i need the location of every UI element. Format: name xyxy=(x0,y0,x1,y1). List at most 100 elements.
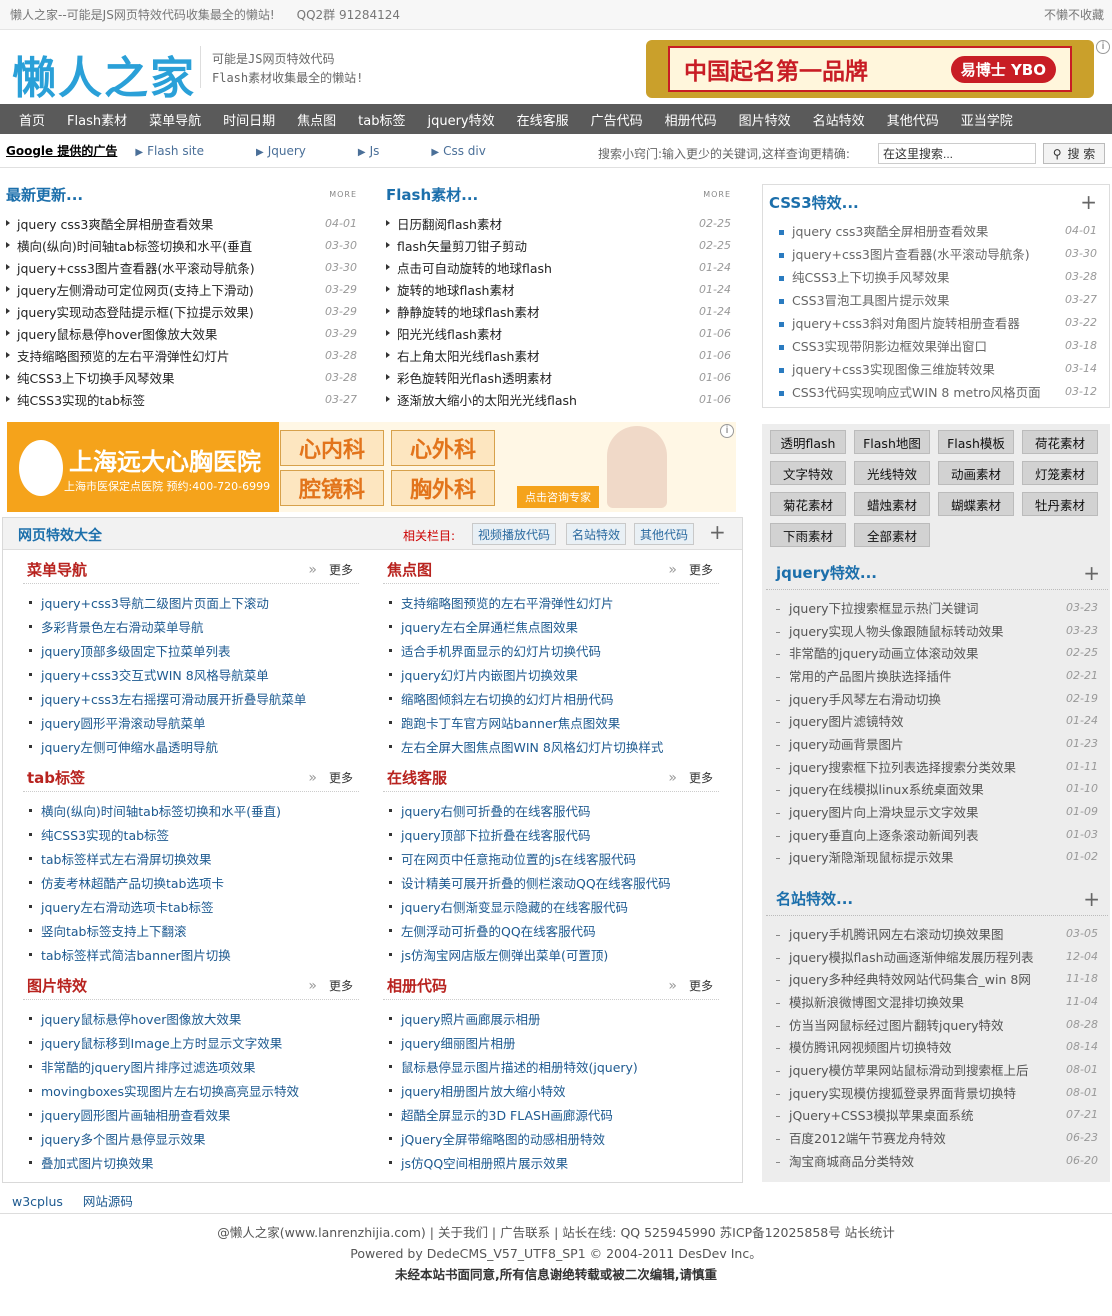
nav-item[interactable]: 在线客服 xyxy=(506,110,580,129)
section-more-link[interactable]: » 更多 xyxy=(668,977,713,994)
list-item[interactable]: 横向(纵向)时间轴tab标签切换和水平(垂直 03-30 xyxy=(6,234,357,256)
list-item[interactable]: jquery右侧渐变显示隐藏的在线客服代码 xyxy=(383,894,719,918)
section-more-link[interactable]: » 更多 xyxy=(668,769,713,786)
list-item[interactable]: CSS3冒泡工具图片提示效果 03-27 xyxy=(763,288,1109,311)
list-item[interactable]: 彩色旋转阳光flash透明素材 01-06 xyxy=(386,366,731,388)
list-item[interactable]: js仿淘宝网店版左侧弹出菜单(可置顶) xyxy=(383,942,719,966)
list-item[interactable]: jQuery全屏带缩略图的动感相册特效 xyxy=(383,1126,719,1150)
list-item[interactable]: 纯CSS3实现的tab标签 xyxy=(23,822,359,846)
nav-item[interactable]: 焦点图 xyxy=(286,110,347,129)
material-tag[interactable]: 灯笼素材 xyxy=(1022,461,1098,485)
plus-icon[interactable]: + xyxy=(1083,887,1100,911)
nav-item[interactable]: 图片特效 xyxy=(728,110,802,129)
list-item[interactable]: jquery实现动态登陆提示框(下拉提示效果) 03-29 xyxy=(6,300,357,322)
list-item[interactable]: jquery css3爽酷全屏相册查看效果 04-01 xyxy=(763,219,1109,242)
material-tag[interactable]: 全部素材 xyxy=(854,523,930,547)
list-item[interactable]: jquery圆形图片画轴相册查看效果 xyxy=(23,1102,359,1126)
ad-info-icon[interactable]: i xyxy=(1096,40,1110,54)
list-item[interactable]: jquery css3爽酷全屏相册查看效果 04-01 xyxy=(6,212,357,234)
nav-item[interactable]: 名站特效 xyxy=(802,110,876,129)
list-item[interactable]: CSS3代码实现响应式WIN 8 metro风格页面 03-12 xyxy=(763,380,1109,403)
list-item[interactable]: 适合手机界面显示的幻灯片切换代码 xyxy=(383,638,719,662)
list-item[interactable]: 仿麦考林超酷产品切换tab选项卡 xyxy=(23,870,359,894)
list-item[interactable]: 叠加式图片切换效果 xyxy=(23,1150,359,1174)
material-tag[interactable]: 蜡烛素材 xyxy=(854,492,930,516)
list-item[interactable]: 纯CSS3上下切换手风琴效果 03-28 xyxy=(763,265,1109,288)
list-item[interactable]: movingboxes实现图片左右切换高亮显示特效 xyxy=(23,1078,359,1102)
nav-item[interactable]: jquery特效 xyxy=(416,110,505,129)
section-more-link[interactable]: » 更多 xyxy=(668,561,713,578)
list-item[interactable]: 常用的产品图片换肤选择插件 02-21 xyxy=(766,664,1108,687)
friend-link[interactable]: w3cplus xyxy=(12,1194,63,1209)
list-item[interactable]: jquery图片滤镜特效 01-24 xyxy=(766,709,1108,732)
list-item[interactable]: jquery下拉搜索框显示热门关键词 03-23 xyxy=(766,596,1108,619)
nav-item[interactable]: tab标签 xyxy=(347,110,416,129)
material-tag[interactable]: 牡丹素材 xyxy=(1022,492,1098,516)
list-item[interactable]: jquery鼠标悬停hover图像放大效果 03-29 xyxy=(6,322,357,344)
list-item[interactable]: 静静旋转的地球flash素材 01-24 xyxy=(386,300,731,322)
list-item[interactable]: jquery幻灯片内嵌图片切换效果 xyxy=(383,662,719,686)
list-item[interactable]: jquery+css3图片查看器(水平滚动导航条) 03-30 xyxy=(763,242,1109,265)
section-more-link[interactable]: » 更多 xyxy=(308,561,353,578)
material-tag[interactable]: 透明flash xyxy=(770,430,846,454)
ad-info-icon[interactable]: i xyxy=(720,424,734,438)
list-item[interactable]: 逐渐放大缩小的太阳光光线flash 01-06 xyxy=(386,388,731,410)
consult-button[interactable]: 点击咨询专家 xyxy=(517,486,599,508)
list-item[interactable]: jquery+css3图片查看器(水平滚动导航条) 03-30 xyxy=(6,256,357,278)
nav-item[interactable]: 相册代码 xyxy=(654,110,728,129)
list-item[interactable]: 支持缩略图预览的左右平滑弹性幻灯片 03-28 xyxy=(6,344,357,366)
material-tag[interactable]: Flash地图 xyxy=(854,430,930,454)
list-item[interactable]: jquery细丽图片相册 xyxy=(383,1030,719,1054)
list-item[interactable]: CSS3实现带阴影边框效果弹出窗口 03-18 xyxy=(763,334,1109,357)
list-item[interactable]: 右上角太阳光线flash素材 01-06 xyxy=(386,344,731,366)
list-item[interactable]: 纯CSS3实现的tab标签 03-27 xyxy=(6,388,357,410)
list-item[interactable]: 可在网页中任意拖动位置的js在线客服代码 xyxy=(383,846,719,870)
list-item[interactable]: 淘宝商城商品分类特效 06-20 xyxy=(766,1149,1108,1172)
list-item[interactable]: 横向(纵向)时间轴tab标签切换和水平(垂直) xyxy=(23,798,359,822)
list-item[interactable]: 非常酷的jquery动画立体滚动效果 02-25 xyxy=(766,641,1108,664)
list-item[interactable]: jquery右侧可折叠的在线客服代码 xyxy=(383,798,719,822)
nav-item[interactable]: 其他代码 xyxy=(876,110,950,129)
list-item[interactable]: jquery模仿苹果网站鼠标滑动到搜索框上后 08-01 xyxy=(766,1058,1108,1081)
plus-icon[interactable]: + xyxy=(709,520,726,544)
material-tag[interactable]: 动画素材 xyxy=(938,461,1014,485)
list-item[interactable]: 模拟新浪微博图文混排切换效果 11-04 xyxy=(766,990,1108,1013)
list-item[interactable]: jquery图片向上滑块显示文字效果 01-09 xyxy=(766,800,1108,823)
nav-item[interactable]: Flash素材 xyxy=(56,110,138,129)
list-item[interactable]: jquery模拟flash动画逐渐伸缩发展历程列表 12-04 xyxy=(766,945,1108,968)
ad-link[interactable]: ▶ Css div xyxy=(431,144,485,158)
list-item[interactable]: 点击可自动旋转的地球flash 01-24 xyxy=(386,256,731,278)
list-item[interactable]: jquery+css3导航二级图片页面上下滚动 xyxy=(23,590,359,614)
nav-item[interactable]: 亚当学院 xyxy=(950,110,1024,129)
list-item[interactable]: jquery实现人物头像跟随鼠标转动效果 03-23 xyxy=(766,619,1108,642)
material-tag[interactable]: 下雨素材 xyxy=(770,523,846,547)
related-tag[interactable]: 名站特效 xyxy=(566,523,627,545)
list-item[interactable]: jquery多种经典特效网站代码集合_win 8网 11-18 xyxy=(766,967,1108,990)
list-item[interactable]: jquery手风琴左右滑动切换 02-19 xyxy=(766,687,1108,710)
search-input[interactable] xyxy=(878,143,1036,164)
list-item[interactable]: jquery左右滑动选项卡tab标签 xyxy=(23,894,359,918)
list-item[interactable]: jquery渐隐渐现鼠标提示效果 01-02 xyxy=(766,846,1108,869)
list-item[interactable]: 鼠标悬停显示图片描述的相册特效(jquery) xyxy=(383,1054,719,1078)
list-item[interactable]: jquery垂直向上逐条滚动新闻列表 01-03 xyxy=(766,823,1108,846)
list-item[interactable]: 模仿腾讯网视频图片切换特效 08-14 xyxy=(766,1035,1108,1058)
list-item[interactable]: jQuery+CSS3模拟苹果桌面系统 07-21 xyxy=(766,1104,1108,1127)
list-item[interactable]: tab标签样式简洁banner图片切换 xyxy=(23,942,359,966)
list-item[interactable]: jquery+css3斜对角图片旋转相册查看器 03-22 xyxy=(763,311,1109,334)
list-item[interactable]: flash矢量剪刀钳子剪动 02-25 xyxy=(386,234,731,256)
list-item[interactable]: 纯CSS3上下切换手风琴效果 03-28 xyxy=(6,366,357,388)
list-item[interactable]: jquery鼠标悬停hover图像放大效果 xyxy=(23,1006,359,1030)
list-item[interactable]: 跑跑卡丁车官方网站banner焦点图效果 xyxy=(383,710,719,734)
list-item[interactable]: 超酷全屏显示的3D FLASH画廊源代码 xyxy=(383,1102,719,1126)
latest-more-link[interactable]: MORE xyxy=(329,190,357,199)
material-tag[interactable]: Flash模板 xyxy=(938,430,1014,454)
plus-icon[interactable]: + xyxy=(1080,190,1097,214)
list-item[interactable]: 缩略图倾斜左右切换的幻灯片相册代码 xyxy=(383,686,719,710)
list-item[interactable]: jquery顶部下拉折叠在线客服代码 xyxy=(383,822,719,846)
ad-link[interactable]: ▶ Flash site xyxy=(135,144,204,158)
list-item[interactable]: jquery多个图片悬停显示效果 xyxy=(23,1126,359,1150)
related-tag[interactable]: 其他代码 xyxy=(634,523,695,545)
related-tag[interactable]: 视频播放代码 xyxy=(472,523,557,545)
list-item[interactable]: jquery在线模拟linux系统桌面效果 01-10 xyxy=(766,778,1108,801)
nav-item[interactable]: 首页 xyxy=(8,110,56,129)
